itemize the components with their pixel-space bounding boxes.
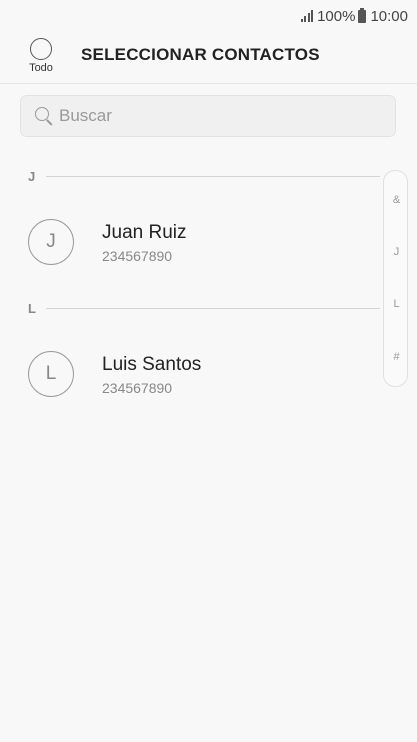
avatar: L	[28, 351, 74, 397]
index-item-j[interactable]: J	[384, 246, 409, 258]
page-title: SELECCIONAR CONTACTOS	[81, 45, 320, 64]
index-item-ampersand[interactable]: &	[384, 194, 409, 206]
index-item-l[interactable]: L	[384, 298, 409, 310]
list-item[interactable]: L Luis Santos 234567890	[0, 344, 380, 404]
select-all-label: Todo	[29, 62, 53, 74]
checkbox-circle-icon	[30, 38, 52, 60]
clock: 10:00	[370, 7, 408, 25]
signal-icon	[300, 10, 314, 22]
contact-name: Luis Santos	[102, 354, 202, 375]
index-scroller[interactable]: & J L #	[383, 170, 408, 387]
divider	[46, 175, 380, 177]
list-item[interactable]: J Juan Ruiz 234567890	[0, 212, 380, 272]
battery-icon	[358, 7, 367, 23]
search-icon	[35, 107, 53, 126]
contact-phone: 234567890	[102, 380, 173, 396]
contact-phone: 234567890	[102, 248, 173, 264]
screen: 100% 10:00 Todo SELECCIONAR CONTACTOS J …	[0, 0, 417, 742]
battery-percent: 100%	[317, 7, 356, 25]
status-bar: 100% 10:00	[0, 0, 417, 32]
section-header-l: L	[28, 300, 380, 316]
index-item-hash[interactable]: #	[384, 351, 409, 363]
contact-name: Juan Ruiz	[102, 222, 187, 243]
select-all-checkbox[interactable]: Todo	[24, 38, 58, 74]
search-bar[interactable]	[20, 95, 396, 137]
search-input[interactable]	[59, 106, 359, 126]
section-header-j: J	[28, 168, 380, 184]
avatar: J	[28, 219, 74, 265]
header: Todo SELECCIONAR CONTACTOS	[0, 32, 417, 84]
section-letter: L	[28, 300, 36, 316]
section-letter: J	[28, 168, 36, 184]
divider	[46, 307, 380, 309]
